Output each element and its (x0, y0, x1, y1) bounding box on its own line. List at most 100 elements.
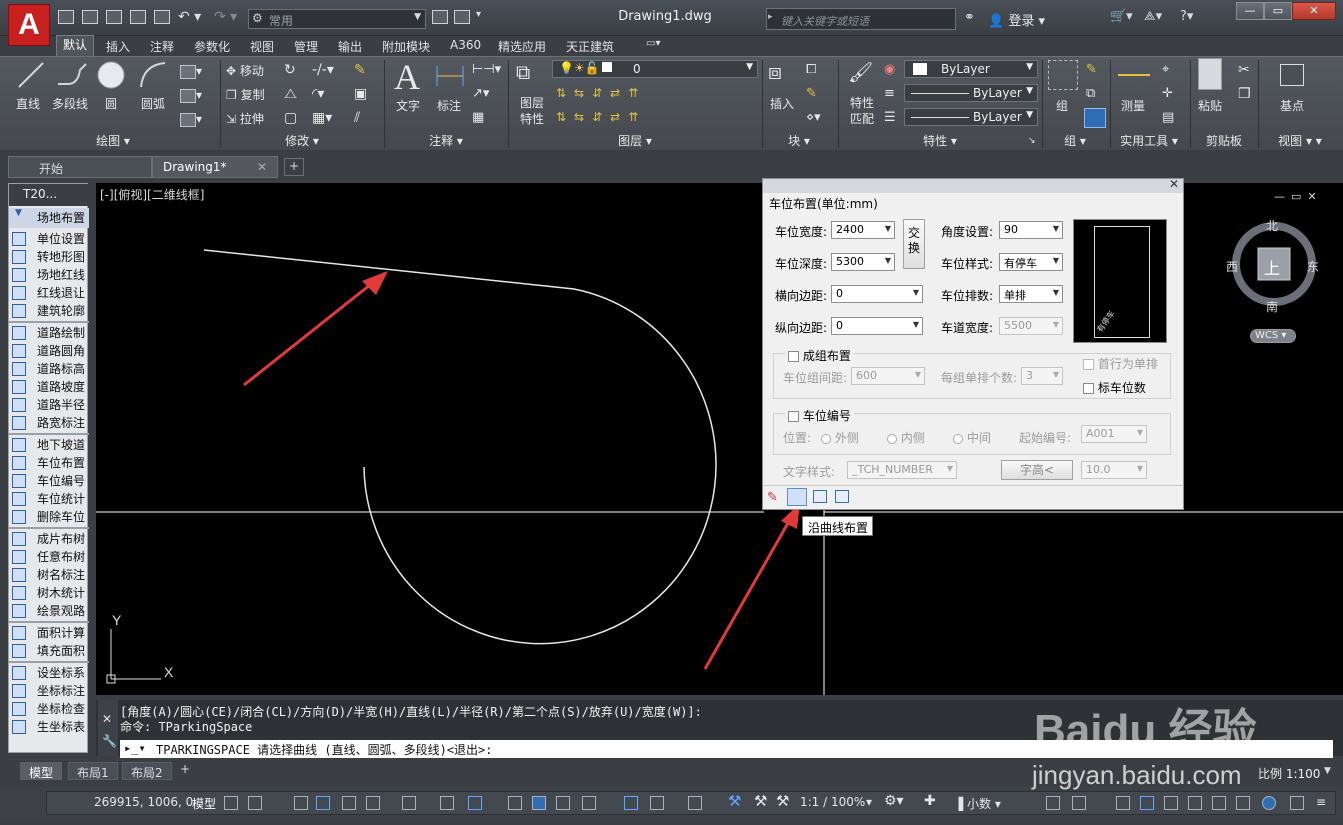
palette-item[interactable]: 车位布置 (9, 454, 89, 472)
customize-icon[interactable] (1236, 796, 1250, 810)
isodraft-icon[interactable] (402, 796, 416, 810)
close-icon[interactable]: ✕ (257, 160, 267, 174)
trim-icon[interactable]: -/-▾ (312, 62, 334, 78)
object-snap-tracking-icon[interactable] (440, 796, 454, 810)
palette-item[interactable]: 成片布树 (9, 530, 89, 548)
measure-icon[interactable] (1118, 66, 1150, 76)
line-button[interactable]: 直线 (16, 95, 40, 112)
palette-item[interactable]: 道路绘制 (9, 324, 89, 342)
dimension-button[interactable]: 标注 (437, 97, 461, 114)
arc-button[interactable]: 圆弧 (141, 95, 165, 112)
layer-tools-row2[interactable]: ⇅⇆⇵⇄⇈ (556, 110, 646, 124)
command-prompt-icon[interactable]: ▸_▾ (124, 741, 146, 755)
create-block-icon[interactable]: ⧠ (806, 62, 816, 77)
search-input[interactable]: 键入关键字或短语 (766, 8, 956, 30)
close-icon[interactable]: ✕ (102, 712, 112, 726)
tab-view[interactable]: 视图 (250, 38, 274, 55)
selection-filter-icon[interactable] (650, 796, 664, 810)
snap-icon[interactable] (248, 796, 262, 810)
edit-block-icon[interactable]: ✎ (806, 86, 817, 101)
palette-item[interactable]: 路宽标注 (9, 414, 89, 432)
clean-screen-icon[interactable] (1164, 796, 1178, 810)
object-snap-icon[interactable] (468, 796, 482, 810)
fillet-icon[interactable]: ◜▾ (312, 86, 324, 102)
dimension-icon[interactable] (434, 62, 466, 90)
compass-north[interactable]: 北 (1266, 217, 1278, 234)
area-layout-icon[interactable] (813, 490, 827, 503)
print-icon[interactable] (154, 10, 170, 24)
modify-panel-title[interactable]: 修改 ▾ (222, 133, 382, 150)
tab-start[interactable]: 开始 (8, 156, 152, 178)
lineweight-toggle-icon[interactable] (508, 796, 522, 810)
hmargin-combo[interactable]: 0 (831, 285, 923, 303)
circle-button[interactable]: 圆 (105, 95, 117, 112)
tab-annotate[interactable]: 注释 (150, 38, 174, 55)
units-display[interactable]: ▐ 小数 ▾ (954, 795, 1001, 812)
close-button[interactable]: ✕ (1292, 2, 1336, 20)
plus-icon[interactable]: ✚ (924, 793, 936, 809)
color-select[interactable]: ByLayer ▼ (904, 60, 1038, 78)
selection-cycling-icon[interactable] (556, 796, 570, 810)
mark-count-checkbox[interactable]: 标车位数 (1083, 379, 1146, 396)
tab-parametric[interactable]: 参数化 (194, 38, 230, 55)
maximize-button[interactable]: ▭ (1264, 2, 1292, 20)
transparency-icon[interactable] (532, 796, 546, 810)
quick-properties-icon[interactable] (1046, 796, 1060, 810)
line-icon[interactable] (16, 60, 46, 90)
groups-panel-title[interactable]: 组 ▾ (1044, 133, 1106, 150)
tab-output[interactable]: 输出 (338, 38, 362, 55)
tab-drawing1[interactable]: Drawing1* ✕ (152, 156, 278, 178)
match-properties-icon[interactable]: 🖌 (848, 60, 873, 84)
numbering-checkbox[interactable]: 车位编号 (785, 407, 854, 424)
leader-icon[interactable]: ↗▾ (472, 86, 489, 101)
tab-model[interactable]: 模型 (20, 762, 63, 780)
rectangle-icon[interactable]: ▾ (180, 64, 202, 79)
rows-combo[interactable]: 单排 (999, 285, 1063, 303)
viewcube-top-face[interactable]: 上 (1264, 255, 1280, 279)
text-icon[interactable]: A (394, 56, 420, 98)
palette-item[interactable]: 车位编号 (9, 472, 89, 490)
viewport-window-controls[interactable]: —▭✕ (1274, 190, 1323, 203)
annotation-panel-title[interactable]: 注释 ▾ (386, 133, 506, 150)
compass-south[interactable]: 南 (1266, 298, 1278, 315)
palette-item[interactable]: 道路半径 (9, 396, 89, 414)
new-tab-button[interactable]: + (284, 158, 304, 176)
wcs-menu[interactable]: WCS ▾ (1250, 329, 1296, 343)
compass-east[interactable]: 东 (1307, 258, 1319, 275)
infer-constraints-icon[interactable] (294, 796, 308, 810)
utilities-panel-title[interactable]: 实用工具 ▾ (1112, 133, 1186, 150)
palette-item[interactable]: 单位设置 (9, 230, 89, 248)
status-icon-8[interactable] (1188, 796, 1202, 810)
rect-layout-icon[interactable] (835, 490, 849, 503)
match-properties-button[interactable]: 特性 匹配 (846, 95, 878, 127)
along-curve-layout-button[interactable] (787, 488, 807, 506)
group-edit-icon[interactable]: ⧉ (1086, 86, 1095, 101)
palette-item[interactable]: 转地形图 (9, 248, 89, 266)
paste-button[interactable]: 粘贴 (1198, 97, 1222, 114)
status-menu-icon[interactable]: ≡ (1316, 795, 1326, 809)
cut-icon[interactable]: ✂ (1238, 62, 1250, 78)
navigation-icon[interactable] (1262, 796, 1276, 810)
group-select-toggle[interactable] (1084, 108, 1106, 128)
grid-icon[interactable] (224, 796, 238, 810)
paste-icon[interactable] (1198, 58, 1222, 90)
tab-addins[interactable]: 附加模块 (382, 38, 430, 55)
pick-icon[interactable]: ✎ (767, 490, 778, 505)
a360-icon[interactable]: ⟁▾ (1144, 9, 1162, 24)
dynamic-ucs-icon[interactable] (624, 796, 638, 810)
block-attr-icon[interactable]: ⋄▾ (806, 110, 821, 125)
ortho-icon[interactable] (342, 796, 356, 810)
tab-default[interactable]: 默认 (56, 35, 95, 56)
palette-item[interactable]: 道路坡度 (9, 378, 89, 396)
insert-block-button[interactable]: 插入 (770, 95, 794, 112)
dynamic-input-icon[interactable] (316, 796, 330, 810)
color-wheel-icon[interactable]: ◉ (884, 62, 895, 77)
workspace-select[interactable]: ⚙ 常用 ▼ (248, 9, 426, 29)
help-icon[interactable]: ?▾ (1180, 9, 1193, 24)
model-space-toggle[interactable]: 模型 (192, 795, 216, 812)
position-middle-radio[interactable]: 中间 (953, 429, 991, 446)
open-icon[interactable] (82, 10, 98, 24)
depth-combo[interactable]: 5300 (831, 253, 895, 271)
move-button[interactable]: ✥ 移动 (226, 62, 264, 79)
polyline-curve[interactable] (203, 249, 717, 645)
